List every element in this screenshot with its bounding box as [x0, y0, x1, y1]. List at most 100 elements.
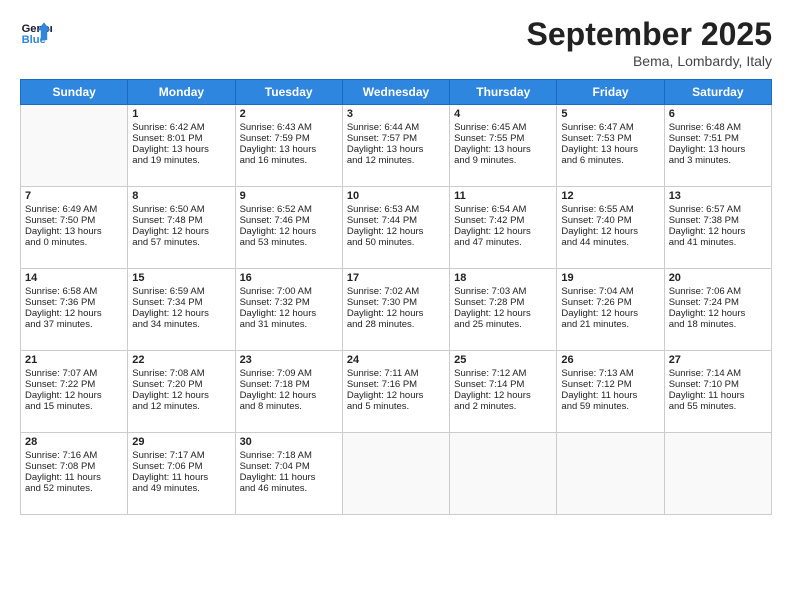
cell-text: Sunrise: 6:44 AM: [347, 122, 445, 133]
calendar-cell: 28Sunrise: 7:16 AMSunset: 7:08 PMDayligh…: [21, 433, 128, 515]
calendar-cell: 7Sunrise: 6:49 AMSunset: 7:50 PMDaylight…: [21, 187, 128, 269]
cell-text: Daylight: 12 hours: [240, 308, 338, 319]
cell-text: Sunset: 7:40 PM: [561, 215, 659, 226]
calendar-cell: 1Sunrise: 6:42 AMSunset: 8:01 PMDaylight…: [128, 105, 235, 187]
calendar-week-row: 1Sunrise: 6:42 AMSunset: 8:01 PMDaylight…: [21, 105, 772, 187]
day-number: 1: [132, 108, 230, 120]
cell-text: Sunset: 7:26 PM: [561, 297, 659, 308]
cell-text: Sunrise: 6:49 AM: [25, 204, 123, 215]
cell-text: Daylight: 12 hours: [347, 226, 445, 237]
calendar-week-row: 28Sunrise: 7:16 AMSunset: 7:08 PMDayligh…: [21, 433, 772, 515]
cell-text: and 12 minutes.: [132, 401, 230, 412]
cell-text: Sunset: 7:10 PM: [669, 379, 767, 390]
calendar-cell: [450, 433, 557, 515]
cell-text: Sunset: 7:24 PM: [669, 297, 767, 308]
cell-text: Daylight: 12 hours: [240, 390, 338, 401]
page-container: General Blue September 2025 Bema, Lombar…: [0, 0, 792, 525]
cell-text: and 15 minutes.: [25, 401, 123, 412]
cell-text: Daylight: 13 hours: [669, 144, 767, 155]
calendar-cell: 11Sunrise: 6:54 AMSunset: 7:42 PMDayligh…: [450, 187, 557, 269]
cell-text: Daylight: 12 hours: [132, 390, 230, 401]
cell-text: Daylight: 12 hours: [240, 226, 338, 237]
cell-text: and 9 minutes.: [454, 155, 552, 166]
day-number: 25: [454, 354, 552, 366]
cell-text: and 41 minutes.: [669, 237, 767, 248]
cell-text: Daylight: 12 hours: [347, 390, 445, 401]
cell-text: and 19 minutes.: [132, 155, 230, 166]
cell-text: Sunrise: 7:04 AM: [561, 286, 659, 297]
cell-text: Sunset: 7:53 PM: [561, 133, 659, 144]
calendar-cell: 25Sunrise: 7:12 AMSunset: 7:14 PMDayligh…: [450, 351, 557, 433]
day-number: 14: [25, 272, 123, 284]
cell-text: Daylight: 13 hours: [25, 226, 123, 237]
cell-text: Sunset: 7:22 PM: [25, 379, 123, 390]
day-number: 8: [132, 190, 230, 202]
cell-text: Sunrise: 7:13 AM: [561, 368, 659, 379]
calendar-cell: 14Sunrise: 6:58 AMSunset: 7:36 PMDayligh…: [21, 269, 128, 351]
cell-text: Daylight: 11 hours: [561, 390, 659, 401]
cell-text: and 46 minutes.: [240, 483, 338, 494]
col-monday: Monday: [128, 80, 235, 105]
cell-text: and 57 minutes.: [132, 237, 230, 248]
calendar-cell: 27Sunrise: 7:14 AMSunset: 7:10 PMDayligh…: [664, 351, 771, 433]
calendar-cell: 20Sunrise: 7:06 AMSunset: 7:24 PMDayligh…: [664, 269, 771, 351]
calendar-cell: 9Sunrise: 6:52 AMSunset: 7:46 PMDaylight…: [235, 187, 342, 269]
calendar-cell: 21Sunrise: 7:07 AMSunset: 7:22 PMDayligh…: [21, 351, 128, 433]
day-number: 21: [25, 354, 123, 366]
cell-text: Sunset: 7:28 PM: [454, 297, 552, 308]
cell-text: and 53 minutes.: [240, 237, 338, 248]
cell-text: and 5 minutes.: [347, 401, 445, 412]
cell-text: Daylight: 12 hours: [454, 308, 552, 319]
col-tuesday: Tuesday: [235, 80, 342, 105]
col-saturday: Saturday: [664, 80, 771, 105]
cell-text: Sunrise: 6:52 AM: [240, 204, 338, 215]
calendar-cell: 17Sunrise: 7:02 AMSunset: 7:30 PMDayligh…: [342, 269, 449, 351]
calendar-week-row: 21Sunrise: 7:07 AMSunset: 7:22 PMDayligh…: [21, 351, 772, 433]
cell-text: and 44 minutes.: [561, 237, 659, 248]
calendar-week-row: 14Sunrise: 6:58 AMSunset: 7:36 PMDayligh…: [21, 269, 772, 351]
day-number: 6: [669, 108, 767, 120]
cell-text: Sunrise: 7:03 AM: [454, 286, 552, 297]
cell-text: and 55 minutes.: [669, 401, 767, 412]
col-friday: Friday: [557, 80, 664, 105]
cell-text: Daylight: 11 hours: [240, 472, 338, 483]
cell-text: Sunrise: 7:14 AM: [669, 368, 767, 379]
cell-text: Daylight: 13 hours: [561, 144, 659, 155]
day-number: 17: [347, 272, 445, 284]
title-block: September 2025 Bema, Lombardy, Italy: [527, 16, 772, 69]
cell-text: Daylight: 12 hours: [132, 308, 230, 319]
cell-text: Sunset: 7:36 PM: [25, 297, 123, 308]
day-number: 5: [561, 108, 659, 120]
calendar-cell: 16Sunrise: 7:00 AMSunset: 7:32 PMDayligh…: [235, 269, 342, 351]
cell-text: Daylight: 13 hours: [454, 144, 552, 155]
day-number: 20: [669, 272, 767, 284]
cell-text: Daylight: 13 hours: [240, 144, 338, 155]
day-number: 30: [240, 436, 338, 448]
cell-text: and 28 minutes.: [347, 319, 445, 330]
cell-text: Sunrise: 6:48 AM: [669, 122, 767, 133]
calendar-cell: 15Sunrise: 6:59 AMSunset: 7:34 PMDayligh…: [128, 269, 235, 351]
cell-text: and 6 minutes.: [561, 155, 659, 166]
day-number: 29: [132, 436, 230, 448]
col-sunday: Sunday: [21, 80, 128, 105]
cell-text: Sunrise: 7:17 AM: [132, 450, 230, 461]
calendar-cell: 29Sunrise: 7:17 AMSunset: 7:06 PMDayligh…: [128, 433, 235, 515]
cell-text: and 31 minutes.: [240, 319, 338, 330]
cell-text: Daylight: 11 hours: [669, 390, 767, 401]
calendar-cell: 6Sunrise: 6:48 AMSunset: 7:51 PMDaylight…: [664, 105, 771, 187]
col-wednesday: Wednesday: [342, 80, 449, 105]
cell-text: Sunset: 7:48 PM: [132, 215, 230, 226]
calendar-cell: 24Sunrise: 7:11 AMSunset: 7:16 PMDayligh…: [342, 351, 449, 433]
cell-text: and 52 minutes.: [25, 483, 123, 494]
cell-text: Sunset: 7:38 PM: [669, 215, 767, 226]
day-number: 19: [561, 272, 659, 284]
cell-text: Sunset: 7:12 PM: [561, 379, 659, 390]
calendar-cell: 3Sunrise: 6:44 AMSunset: 7:57 PMDaylight…: [342, 105, 449, 187]
day-number: 10: [347, 190, 445, 202]
day-number: 28: [25, 436, 123, 448]
cell-text: Daylight: 12 hours: [454, 390, 552, 401]
calendar-cell: 23Sunrise: 7:09 AMSunset: 7:18 PMDayligh…: [235, 351, 342, 433]
cell-text: Sunrise: 6:43 AM: [240, 122, 338, 133]
cell-text: Daylight: 12 hours: [25, 308, 123, 319]
cell-text: Daylight: 13 hours: [132, 144, 230, 155]
